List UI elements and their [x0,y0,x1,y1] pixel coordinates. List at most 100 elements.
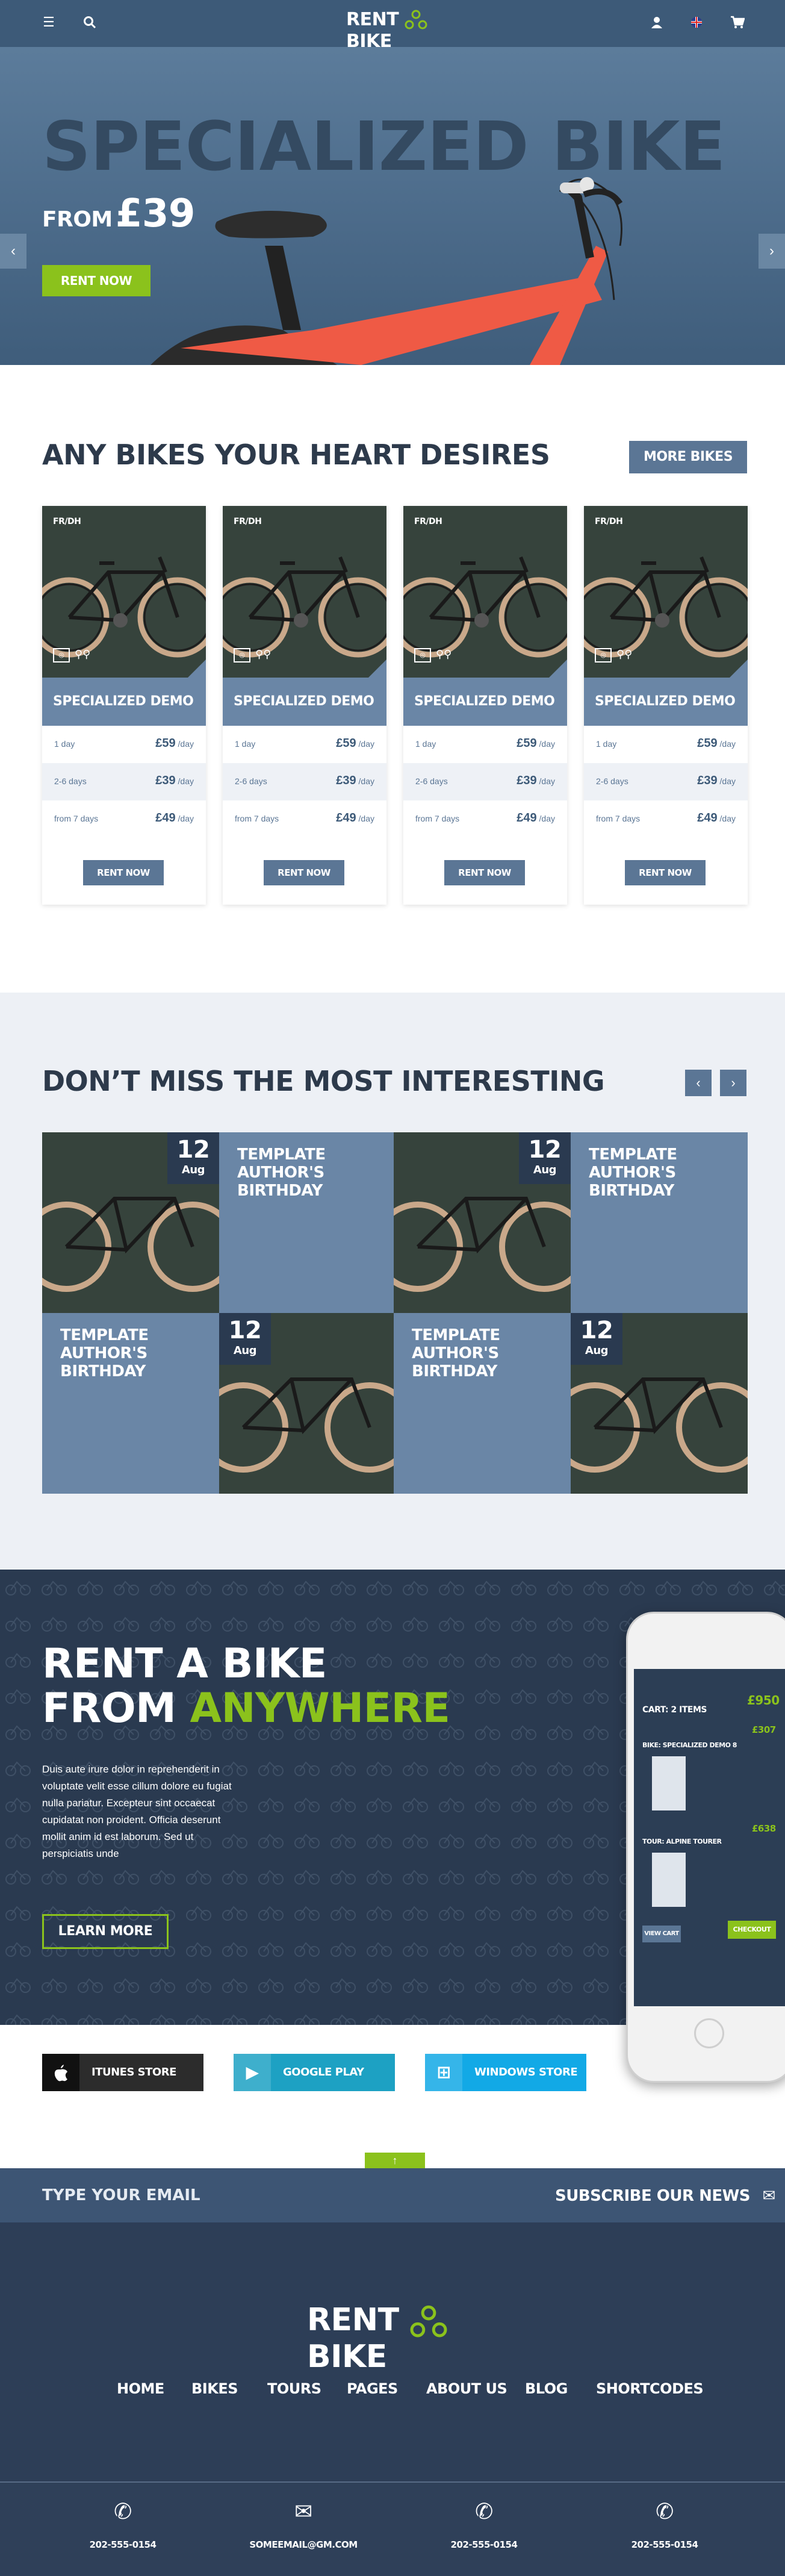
news-post-title[interactable]: TEMPLATE AUTHOR'S BIRTHDAY [412,1326,556,1380]
price-unit: /day [356,739,374,749]
news-date-badge: 12 Aug [167,1132,219,1184]
news-date-month: Aug [233,1344,257,1357]
footer-nav-blog[interactable]: BLOG [525,2380,568,2397]
bike-card-title[interactable]: SPECIALIZED DEMO 8 [584,678,748,757]
contact-item[interactable]: ✆ 202-555-0154 [574,2500,755,2550]
news-post-image[interactable]: 12 Aug [394,1132,571,1313]
footer-nav-pages[interactable]: PAGES [347,2380,398,2397]
price-duration: 2-6 days [415,776,448,786]
news-date-month: Aug [533,1164,557,1176]
bike-card-tag: FR/DH [595,517,623,526]
price-row: 1 day £59 /day [403,726,567,763]
cart-icon[interactable] [728,13,746,31]
price-value: £59 /day [517,737,555,750]
contact-item[interactable]: ✉ SOMEEMAIL@GM.COM [213,2500,394,2550]
footer-nav-shortcodes[interactable]: SHORTCODES [596,2380,704,2397]
price-value: £39 /day [697,774,736,788]
bikes-section-title: ANY BIKES YOUR HEART DESIRES [42,438,550,471]
store-button[interactable]: ITUNES STORE [42,2054,203,2091]
price-row: from 7 days £49 /day [223,800,386,838]
contact-item[interactable]: ✆ 202-555-0154 [33,2500,213,2550]
price-unit: /day [356,776,374,786]
footer-nav-tours[interactable]: TOURS [267,2380,321,2397]
news-date-badge: 12 Aug [571,1313,622,1365]
language-flag-icon[interactable] [687,13,706,31]
search-icon[interactable] [81,13,99,31]
price-row: 2-6 days £39 /day [403,763,567,800]
phone-item2-name: TOUR: ALPINE TOURER [642,1838,722,1845]
contact-text: 202-555-0154 [631,2539,698,2550]
price-unit: /day [717,739,736,749]
news-post-title[interactable]: TEMPLATE AUTHOR'S BIRTHDAY [589,1146,733,1200]
bike-card: FR/DH◎⚲⚲SPECIALIZED DEMO 81 day£59 /day2… [584,506,748,905]
price-row: 2-6 days £39 /day [42,763,206,800]
price-duration: from 7 days [54,814,99,823]
bike-card-image[interactable]: FR/DH ◎ ⚲⚲ [42,506,206,678]
store-button[interactable]: ▶ GOOGLE PLAY [234,2054,395,2091]
more-bikes-button[interactable]: MORE BIKES [629,441,747,473]
top-navbar: ☰ RENT BIKE [0,0,785,52]
news-post-tile[interactable]: TEMPLATE AUTHOR'S BIRTHDAY [394,1313,571,1494]
news-post-title[interactable]: TEMPLATE AUTHOR'S BIRTHDAY [60,1326,205,1380]
menu-icon[interactable]: ☰ [40,13,58,31]
bike-card-title[interactable]: SPECIALIZED DEMO 8 [42,678,206,757]
rent-now-button[interactable]: RENT NOW [625,860,706,885]
phone-mockup: CART: 2 ITEMS £950 BIKE: SPECIALIZED DEM… [626,1612,785,2083]
rent-now-button[interactable]: RENT NOW [83,860,164,885]
bike-card: FR/DH◎⚲⚲SPECIALIZED DEMO 81 day£59 /day2… [403,506,567,905]
bike-card-image[interactable]: FR/DH ◎ ⚲⚲ [584,506,748,678]
phone-item1-price: £307 [752,1724,776,1735]
hero-next-arrow-icon[interactable]: › [759,234,785,269]
price-value: £49 /day [336,811,374,825]
rent-now-button[interactable]: RENT NOW [264,860,344,885]
bike-card-title[interactable]: SPECIALIZED DEMO 8 [223,678,386,757]
app-title-anywhere: ANYWHERE [190,1685,450,1732]
news-post-image[interactable]: 12 Aug [571,1313,748,1494]
footer-nav-about-us[interactable]: ABOUT US [426,2380,507,2397]
news-post-tile[interactable]: TEMPLATE AUTHOR'S BIRTHDAY [219,1132,396,1313]
user-icon[interactable] [648,13,666,31]
card-corner-decoration [368,660,386,678]
bike-card-image[interactable]: FR/DH ◎ ⚲⚲ [403,506,567,678]
contact-text: 202-555-0154 [450,2539,518,2550]
phone-checkout-button[interactable]: CHECKOUT [728,1921,776,1939]
news-section-title: DON’T MISS THE MOST INTERESTING [42,1065,605,1097]
price-unit: /day [175,739,194,749]
hero-rent-now-button[interactable]: RENT NOW [42,265,150,296]
price-value: £49 /day [697,811,736,825]
news-prev-arrow-icon[interactable]: ‹ [685,1070,712,1096]
news-post-tile[interactable]: TEMPLATE AUTHOR'S BIRTHDAY [571,1132,748,1313]
phone-item2-price: £638 [752,1823,776,1834]
contact-item[interactable]: ✆ 202-555-0154 [394,2500,574,2550]
price-value: £59 /day [697,737,736,750]
footer-nav-home[interactable]: HOME [117,2380,164,2397]
footer-logo-text-left: RENT [307,2302,399,2338]
hero-prev-arrow-icon[interactable]: ‹ [0,234,26,269]
news-post-title[interactable]: TEMPLATE AUTHOR'S BIRTHDAY [237,1146,382,1200]
news-post-image[interactable]: 12 Aug [219,1313,396,1494]
app-section-title: RENT A BIKE FROM ANYWHERE [42,1642,450,1731]
rent-now-button[interactable]: RENT NOW [444,860,525,885]
price-row: from 7 days £49 /day [403,800,567,838]
bike-card-image[interactable]: FR/DH ◎ ⚲⚲ [223,506,386,678]
price-row: from 7 days £49 /day [584,800,748,838]
hero-price: FROM £39 [42,192,195,236]
price-row: from 7 days £49 /day [42,800,206,838]
news-next-arrow-icon[interactable]: › [720,1070,746,1096]
news-post-tile[interactable]: TEMPLATE AUTHOR'S BIRTHDAY [42,1313,219,1494]
subscribe-button[interactable]: SUBSCRIBE OUR NEWS ✉ [555,2183,775,2209]
price-duration: from 7 days [235,814,279,823]
footer-nav-bikes[interactable]: BIKES [191,2380,238,2397]
store-button[interactable]: ⊞ WINDOWS STORE [425,2054,586,2091]
email-field[interactable] [42,2181,403,2209]
scroll-top-arrow-icon[interactable]: ↑ [365,2153,425,2168]
site-logo[interactable]: RENT BIKE [346,8,442,52]
bike-card-title[interactable]: SPECIALIZED DEMO 8 [403,678,567,757]
price-row: 1 day £59 /day [42,726,206,763]
phone-cart-total: £950 [747,1693,780,1707]
learn-more-button[interactable]: LEARN MORE [42,1914,169,1949]
footer-logo[interactable]: RENT BIKE [307,2302,482,2375]
news-post-image[interactable]: 12 Aug [42,1132,219,1313]
price-value: £59 /day [155,737,194,750]
phone-view-cart-button[interactable]: VIEW CART [642,1926,681,1942]
